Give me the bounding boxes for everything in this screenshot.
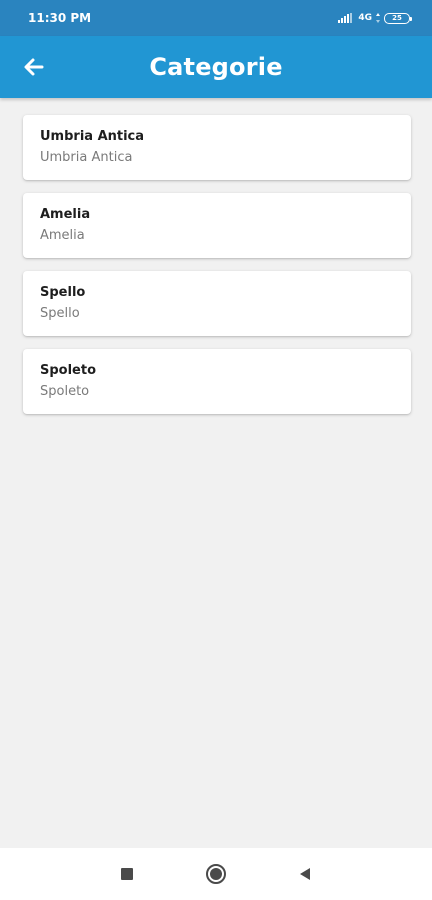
- system-nav-bar: [0, 848, 432, 900]
- category-card[interactable]: Amelia Amelia: [23, 193, 411, 258]
- triangle-back-icon: [298, 867, 312, 881]
- category-subtitle: Spoleto: [40, 384, 90, 399]
- data-activity-icon: [376, 13, 380, 23]
- category-card[interactable]: Spoleto Spoleto: [23, 349, 411, 414]
- back-button[interactable]: [20, 53, 48, 81]
- status-bar: 11:30 PM 4G 25: [0, 0, 432, 36]
- home-button[interactable]: [205, 863, 227, 885]
- status-time: 11:30 PM: [28, 11, 92, 25]
- category-title: Umbria Antica: [40, 129, 145, 144]
- category-card[interactable]: Spello Spello: [23, 271, 411, 336]
- square-icon: [120, 867, 134, 881]
- arrow-left-icon: [22, 55, 46, 79]
- category-card[interactable]: Umbria Antica Umbria Antica: [23, 115, 411, 180]
- category-subtitle: Amelia: [40, 228, 85, 243]
- category-subtitle: Spello: [40, 306, 80, 321]
- network-type-label: 4G: [358, 13, 372, 23]
- system-back-button[interactable]: [294, 863, 316, 885]
- category-list: Umbria Antica Umbria Antica Amelia Ameli…: [23, 115, 411, 427]
- category-title: Spello: [40, 285, 86, 300]
- recents-button[interactable]: [116, 863, 138, 885]
- battery-icon: 25: [384, 12, 412, 24]
- signal-icon: [338, 13, 354, 23]
- category-title: Amelia: [40, 207, 91, 222]
- category-title: Spoleto: [40, 363, 97, 378]
- status-icons: 4G 25: [338, 12, 412, 24]
- battery-level: 25: [392, 13, 402, 22]
- page-title: Categorie: [149, 53, 283, 81]
- circle-icon: [205, 863, 227, 885]
- app-bar: Categorie: [0, 36, 432, 98]
- category-subtitle: Umbria Antica: [40, 150, 133, 165]
